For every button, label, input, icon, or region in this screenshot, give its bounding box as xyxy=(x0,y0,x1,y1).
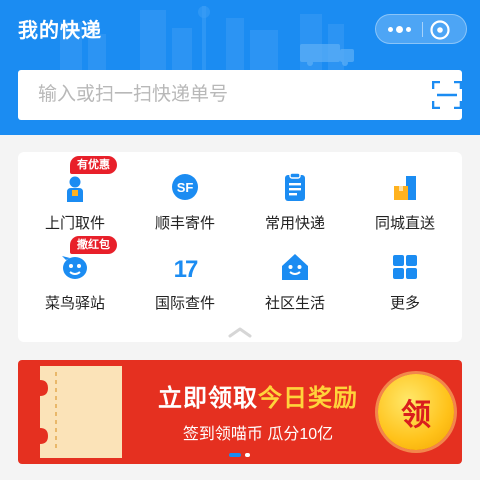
sf-express-icon: SF xyxy=(172,174,198,200)
service-item-common-couriers[interactable]: 常用快递 xyxy=(240,160,350,232)
promo-badge: 撒红包 xyxy=(70,236,117,254)
grid-squares-icon xyxy=(393,255,417,279)
service-item-same-city[interactable]: 同城直送 xyxy=(350,160,460,232)
courier-person-icon xyxy=(67,176,83,202)
service-item-sf[interactable]: SF 顺丰寄件 xyxy=(130,160,240,232)
clipboard-list-icon xyxy=(285,172,305,201)
banner-subtitle: 签到领喵币 瓜分10亿 xyxy=(182,426,334,443)
banner-pager xyxy=(229,453,250,457)
claim-coin-button[interactable]: 领 xyxy=(378,374,454,450)
promo-badge: 有优惠 xyxy=(70,156,117,174)
house-smile-icon xyxy=(282,254,308,280)
service-label: 同城直送 xyxy=(374,215,435,232)
service-item-cainiao[interactable]: 撒红包 菜鸟驿站 xyxy=(20,236,130,312)
header: 我的快递 xyxy=(0,0,480,135)
claim-coin-label: 领 xyxy=(401,399,431,432)
service-label: 国际查件 xyxy=(154,295,215,312)
mini-program-capsule xyxy=(375,14,467,44)
seventeen-icon: 17 xyxy=(174,256,200,283)
package-stack-icon xyxy=(394,176,416,200)
search-box xyxy=(18,70,462,120)
service-label: 更多 xyxy=(389,295,420,312)
service-label: 顺丰寄件 xyxy=(154,215,215,232)
more-dots-icon[interactable] xyxy=(376,15,422,43)
service-item-community[interactable]: 社区生活 xyxy=(240,240,350,312)
service-item-more[interactable]: 更多 xyxy=(350,240,460,312)
service-label: 社区生活 xyxy=(264,295,325,312)
banner-headline-prefix: 立即领取 xyxy=(158,385,258,412)
svg-text:SF: SF xyxy=(177,180,194,195)
cainiao-bird-icon xyxy=(62,256,87,279)
close-target-icon[interactable] xyxy=(429,19,451,41)
pager-dot-active[interactable] xyxy=(229,453,241,457)
svg-text:17: 17 xyxy=(174,256,198,283)
service-label: 常用快递 xyxy=(264,215,325,232)
pager-dot[interactable] xyxy=(245,453,250,457)
page-title: 我的快递 xyxy=(18,20,102,42)
scan-icon[interactable] xyxy=(432,81,462,109)
banner-headline: 立即领取今日奖励 xyxy=(133,378,383,413)
tracking-number-input[interactable] xyxy=(38,80,398,110)
service-label: 上门取件 xyxy=(44,215,105,232)
banner-headline-highlight: 今日奖励 xyxy=(258,385,358,412)
service-item-international[interactable]: 17 国际查件 xyxy=(130,240,240,312)
service-label: 菜鸟驿站 xyxy=(44,295,105,312)
capsule-divider xyxy=(422,22,423,37)
ticket-illustration xyxy=(40,366,122,458)
service-item-pickup[interactable]: 有优惠 上门取件 xyxy=(20,156,130,232)
reward-banner[interactable]: 立即领取今日奖励 签到领喵币 瓜分10亿 领 xyxy=(18,360,462,464)
chevron-up-icon[interactable] xyxy=(228,326,252,338)
services-grid: 有优惠 上门取件 SF 顺丰寄件 常用快递 同城直送 撒红包 菜鸟驿站 17 国… xyxy=(18,152,462,342)
